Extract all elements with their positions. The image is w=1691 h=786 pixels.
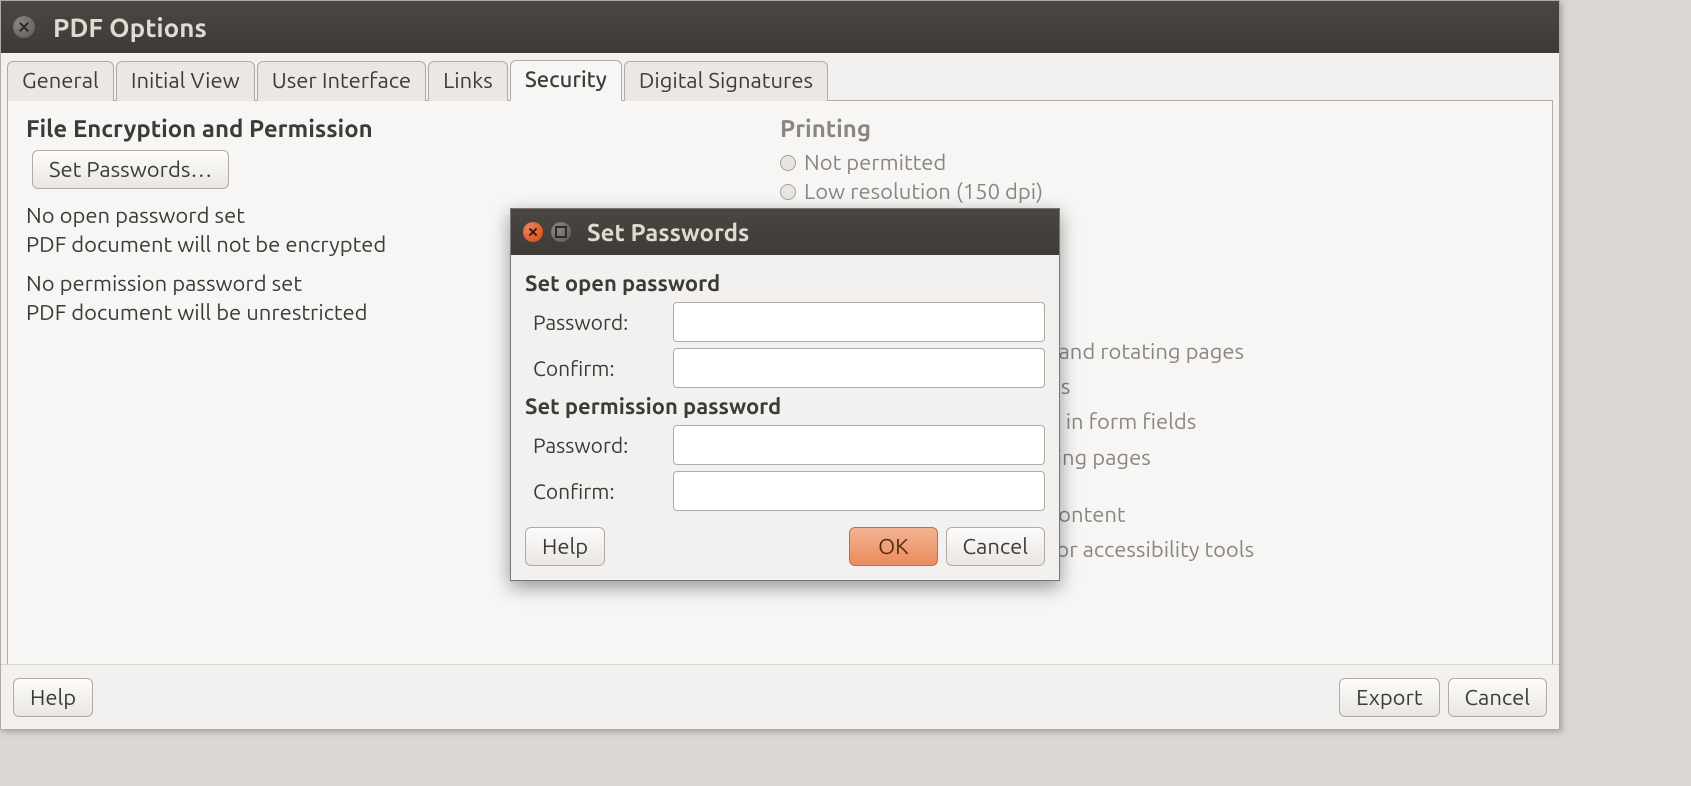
close-icon[interactable] xyxy=(13,16,35,38)
tab-initial-view[interactable]: Initial View xyxy=(116,61,255,101)
maximize-icon[interactable] xyxy=(551,222,571,242)
permission-password-label: Password: xyxy=(525,433,673,457)
set-passwords-button[interactable]: Set Passwords… xyxy=(32,150,229,189)
dialog-footer: Help Export Cancel xyxy=(1,664,1559,729)
open-password-label: Password: xyxy=(525,310,673,334)
set-passwords-titlebar: Set Passwords xyxy=(511,209,1059,255)
printing-option-low-res: Low resolution (150 dpi) xyxy=(780,179,1534,204)
printing-heading: Printing xyxy=(780,115,1534,142)
printing-not-permitted-label: Not permitted xyxy=(804,150,946,175)
open-confirm-field: Confirm: xyxy=(525,348,1045,388)
fragment-ds: ds xyxy=(1048,369,1534,404)
ok-button[interactable]: OK xyxy=(849,527,937,566)
export-button[interactable]: Export xyxy=(1339,678,1439,717)
fragment-ting-pages: ting pages xyxy=(1048,440,1534,475)
set-passwords-body: Set open password Password: Confirm: Set… xyxy=(511,255,1059,580)
close-icon[interactable] xyxy=(523,222,543,242)
fragment-rotating: , and rotating pages xyxy=(1048,334,1534,369)
open-confirm-label: Confirm: xyxy=(525,356,673,380)
fragment-form: g in form fields xyxy=(1048,404,1534,439)
encryption-heading: File Encryption and Permission xyxy=(26,115,780,142)
open-confirm-input[interactable] xyxy=(673,348,1045,388)
printing-option-not-permitted: Not permitted xyxy=(780,150,1534,175)
radio-icon xyxy=(780,184,796,200)
printing-low-res-label: Low resolution (150 dpi) xyxy=(804,179,1043,204)
tab-digital-signatures[interactable]: Digital Signatures xyxy=(624,61,828,101)
permission-confirm-label: Confirm: xyxy=(525,479,673,503)
tab-links[interactable]: Links xyxy=(428,61,508,101)
fragment-content: content xyxy=(1048,497,1534,532)
help-button[interactable]: Help xyxy=(13,678,93,717)
window-title: PDF Options xyxy=(53,13,207,42)
open-password-field: Password: xyxy=(525,302,1045,342)
permission-confirm-field: Confirm: xyxy=(525,471,1045,511)
cancel-button[interactable]: Cancel xyxy=(1448,678,1547,717)
tab-general[interactable]: General xyxy=(7,61,114,101)
open-password-heading: Set open password xyxy=(525,271,1045,296)
tab-user-interface[interactable]: User Interface xyxy=(257,61,426,101)
set-passwords-dialog: Set Passwords Set open password Password… xyxy=(510,208,1060,581)
set-passwords-footer: Help OK Cancel xyxy=(525,527,1045,566)
radio-icon xyxy=(780,155,796,171)
permission-password-heading: Set permission password xyxy=(525,394,1045,419)
modal-help-button[interactable]: Help xyxy=(525,527,605,566)
tab-bar: General Initial View User Interface Link… xyxy=(1,53,1559,100)
permission-confirm-input[interactable] xyxy=(673,471,1045,511)
open-password-input[interactable] xyxy=(673,302,1045,342)
modal-cancel-button[interactable]: Cancel xyxy=(946,527,1045,566)
pdf-options-titlebar: PDF Options xyxy=(1,1,1559,53)
tab-security[interactable]: Security xyxy=(510,60,622,101)
fragment-accessibility: for accessibility tools xyxy=(1048,532,1534,567)
permission-password-field: Password: xyxy=(525,425,1045,465)
set-passwords-title: Set Passwords xyxy=(587,219,749,246)
permission-password-input[interactable] xyxy=(673,425,1045,465)
